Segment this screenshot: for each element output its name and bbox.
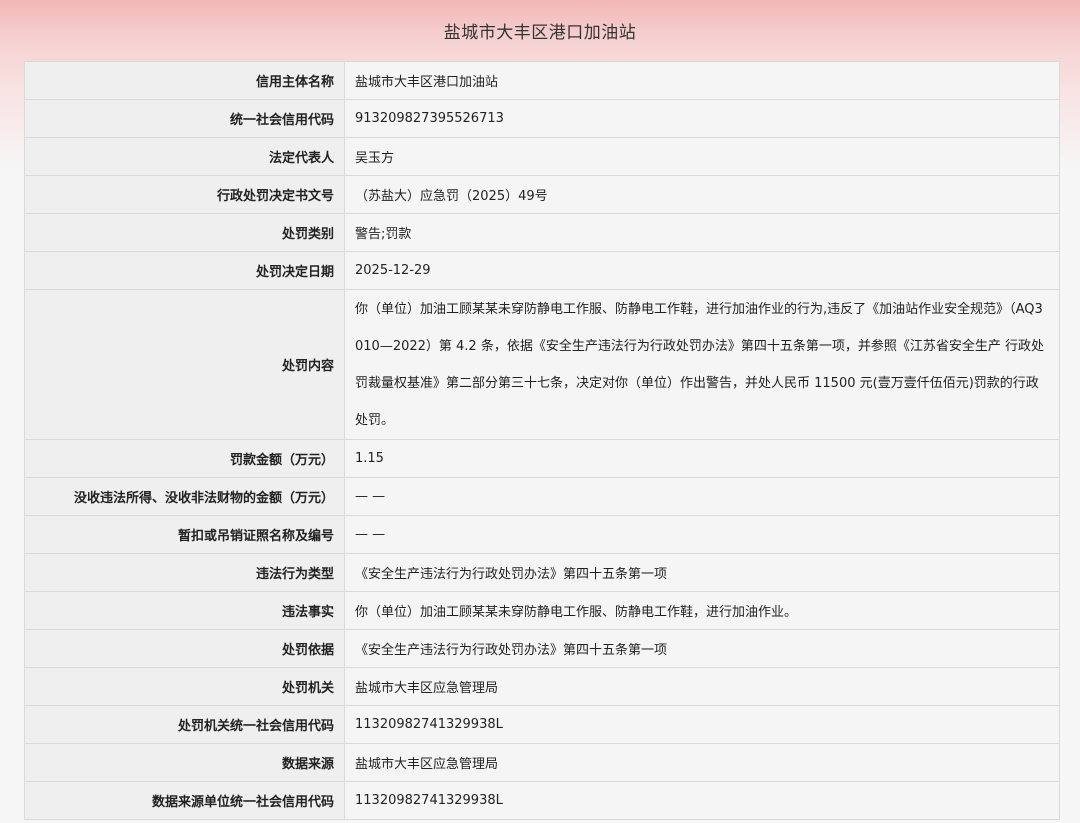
table-row-violation-type: 违法行为类型 《安全生产违法行为行政处罚办法》第四十五条第一项: [24, 553, 1060, 592]
table-row-data-source: 数据来源 盐城市大丰区应急管理局: [24, 743, 1060, 782]
row-value: 11320982741329938L: [344, 781, 1060, 820]
table-row-legal-representative: 法定代表人 吴玉方: [24, 137, 1060, 176]
row-value: — —: [344, 477, 1060, 516]
table-row-penalty-basis: 处罚依据 《安全生产违法行为行政处罚办法》第四十五条第一项: [24, 629, 1060, 668]
row-value: 警告;罚款: [344, 213, 1060, 252]
row-value: 2025-12-29: [344, 251, 1060, 290]
row-value: 11320982741329938L: [344, 705, 1060, 744]
row-label: 处罚决定日期: [24, 251, 345, 290]
table-row-violation-facts: 违法事实 你（单位）加油工顾某某未穿防静电工作服、防静电工作鞋，进行加油作业。: [24, 591, 1060, 630]
row-label: 行政处罚决定书文号: [24, 175, 345, 214]
table-row-decision-number: 行政处罚决定书文号 （苏盐大）应急罚（2025）49号: [24, 175, 1060, 214]
row-label: 暂扣或吊销证照名称及编号: [24, 515, 345, 554]
table-row-penalty-content: 处罚内容 你（单位）加油工顾某某未穿防静电工作服、防静电工作鞋，进行加油作业的行…: [24, 289, 1060, 440]
row-value: 《安全生产违法行为行政处罚办法》第四十五条第一项: [344, 553, 1060, 592]
row-value: 1.15: [344, 439, 1060, 478]
row-label: 没收违法所得、没收非法财物的金额（万元）: [24, 477, 345, 516]
row-value: 盐城市大丰区应急管理局: [344, 743, 1060, 782]
row-label: 处罚机关统一社会信用代码: [24, 705, 345, 744]
row-label: 处罚类别: [24, 213, 345, 252]
penalty-record-table: 信用主体名称 盐城市大丰区港口加油站 统一社会信用代码 913209827395…: [24, 61, 1060, 820]
row-label: 统一社会信用代码: [24, 99, 345, 138]
row-label: 数据来源: [24, 743, 345, 782]
row-value: — —: [344, 515, 1060, 554]
row-value: 盐城市大丰区应急管理局: [344, 667, 1060, 706]
row-value: 你（单位）加油工顾某某未穿防静电工作服、防静电工作鞋，进行加油作业。: [344, 591, 1060, 630]
row-label: 信用主体名称: [24, 61, 345, 100]
table-row-penalty-category: 处罚类别 警告;罚款: [24, 213, 1060, 252]
page-title: 盐城市大丰区港口加油站: [443, 23, 637, 43]
row-value: 盐城市大丰区港口加油站: [344, 61, 1060, 100]
table-row-subject-name: 信用主体名称 盐城市大丰区港口加油站: [24, 61, 1060, 100]
row-label: 处罚依据: [24, 629, 345, 668]
row-label: 罚款金额（万元）: [24, 439, 345, 478]
row-label: 处罚内容: [24, 289, 345, 440]
table-row-credit-code: 统一社会信用代码 913209827395526713: [24, 99, 1060, 138]
table-row-confiscation-amount: 没收违法所得、没收非法财物的金额（万元） — —: [24, 477, 1060, 516]
row-value: （苏盐大）应急罚（2025）49号: [344, 175, 1060, 214]
table-row-fine-amount: 罚款金额（万元） 1.15: [24, 439, 1060, 478]
row-value: 913209827395526713: [344, 99, 1060, 138]
row-value: 吴玉方: [344, 137, 1060, 176]
row-label: 数据来源单位统一社会信用代码: [24, 781, 345, 820]
row-label: 违法行为类型: [24, 553, 345, 592]
table-row-penalty-authority: 处罚机关 盐城市大丰区应急管理局: [24, 667, 1060, 706]
table-row-source-credit-code: 数据来源单位统一社会信用代码 11320982741329938L: [24, 781, 1060, 820]
row-value: 你（单位）加油工顾某某未穿防静电工作服、防静电工作鞋，进行加油作业的行为,违反了…: [344, 289, 1060, 440]
row-label: 处罚机关: [24, 667, 345, 706]
row-value: 《安全生产违法行为行政处罚办法》第四十五条第一项: [344, 629, 1060, 668]
table-row-authority-credit-code: 处罚机关统一社会信用代码 11320982741329938L: [24, 705, 1060, 744]
row-label: 法定代表人: [24, 137, 345, 176]
table-row-license-revocation: 暂扣或吊销证照名称及编号 — —: [24, 515, 1060, 554]
row-label: 违法事实: [24, 591, 345, 630]
table-row-decision-date: 处罚决定日期 2025-12-29: [24, 251, 1060, 290]
